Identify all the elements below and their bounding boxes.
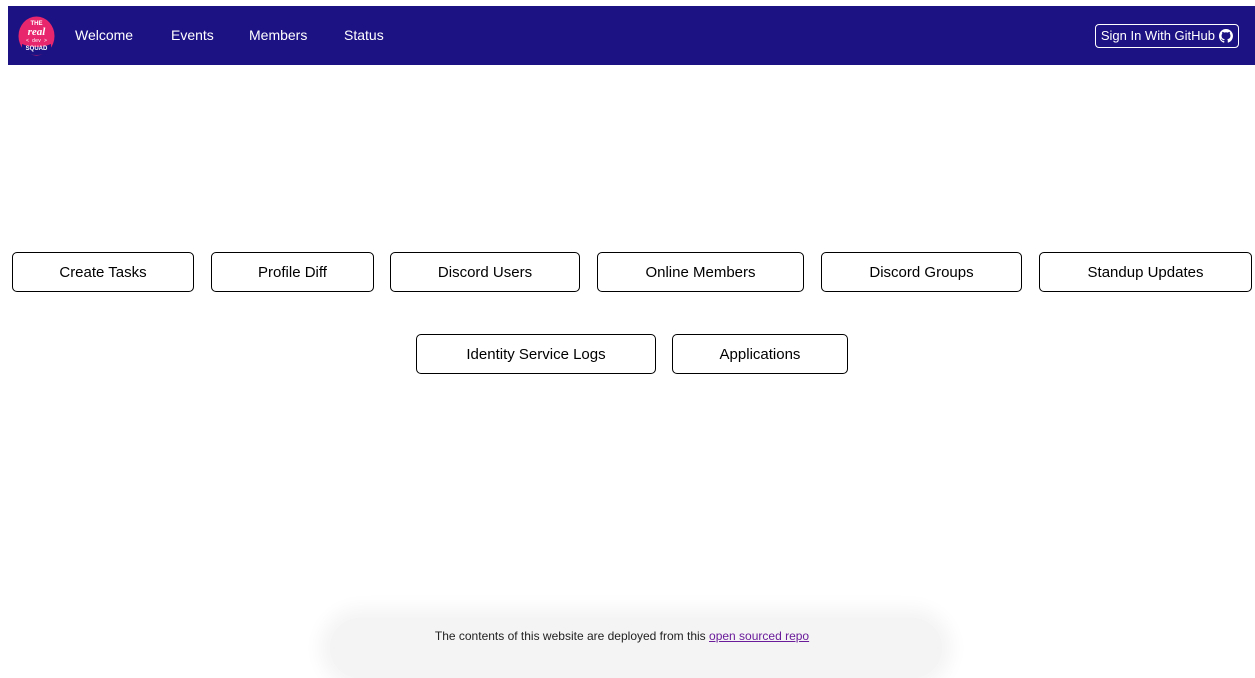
svg-text:real: real bbox=[28, 26, 47, 38]
footer: The contents of this website are deploye… bbox=[0, 629, 1255, 643]
nav-link-welcome[interactable]: Welcome bbox=[75, 6, 133, 65]
profile-diff-button[interactable]: Profile Diff bbox=[211, 252, 374, 292]
online-members-button[interactable]: Online Members bbox=[597, 252, 804, 292]
open-sourced-repo-link[interactable]: open sourced repo bbox=[709, 629, 809, 643]
discord-groups-button[interactable]: Discord Groups bbox=[821, 252, 1022, 292]
sign-in-label: Sign In With GitHub bbox=[1100, 28, 1215, 43]
svg-text:< dev >: < dev > bbox=[26, 38, 47, 44]
nav-link-status[interactable]: Status bbox=[344, 6, 384, 65]
applications-button[interactable]: Applications bbox=[672, 334, 848, 374]
github-icon bbox=[1219, 29, 1233, 43]
create-tasks-button[interactable]: Create Tasks bbox=[12, 252, 194, 292]
footer-background bbox=[330, 618, 942, 678]
standup-updates-button[interactable]: Standup Updates bbox=[1039, 252, 1252, 292]
identity-service-logs-button[interactable]: Identity Service Logs bbox=[416, 334, 656, 374]
sign-in-with-github-button[interactable]: Sign In With GitHub bbox=[1094, 24, 1239, 48]
discord-users-button[interactable]: Discord Users bbox=[390, 252, 580, 292]
nav-link-events[interactable]: Events bbox=[171, 6, 214, 65]
footer-text: The contents of this website are deploye… bbox=[434, 629, 706, 643]
real-dev-squad-logo[interactable]: THE real < dev > SQUAD bbox=[18, 16, 55, 56]
svg-text:SQUAD: SQUAD bbox=[26, 46, 48, 52]
nav-link-members[interactable]: Members bbox=[249, 6, 307, 65]
top-navbar: THE real < dev > SQUAD Welcome Events Me… bbox=[8, 6, 1255, 65]
